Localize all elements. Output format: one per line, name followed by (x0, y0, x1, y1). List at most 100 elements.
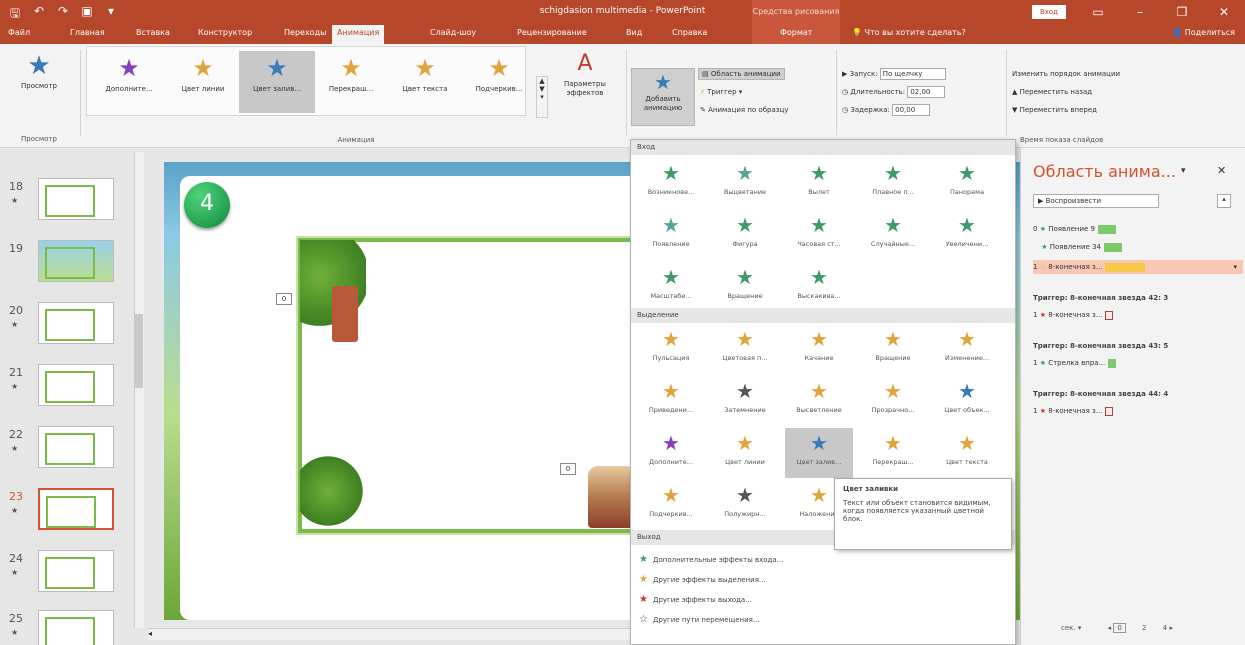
slide-thumbnail[interactable]: 24 ★ (6, 544, 120, 600)
animation-item[interactable]: 1 ★ Стрелка впра... (1033, 356, 1243, 370)
gallery-effect-text-color[interactable]: ★ Цвет текста (387, 51, 463, 113)
entrance-effect[interactable]: ★ Панорама (933, 158, 1001, 208)
entrance-effect[interactable]: ★ Случайные... (859, 210, 927, 260)
delay-input[interactable]: 00,00 (892, 104, 931, 116)
thumbnails-scroll-thumb[interactable] (135, 314, 143, 388)
tab-animations[interactable]: Анимация (332, 25, 385, 44)
gallery-effect-additional[interactable]: ★ Дополните... (91, 51, 167, 113)
emphasis-effect[interactable]: ★ Прозрачно... (859, 376, 927, 426)
emphasis-effect[interactable]: ★ Пульсация (637, 324, 705, 374)
slide-number-badge[interactable]: 4 (184, 182, 230, 228)
scroll-left-icon[interactable]: ◂ (148, 629, 152, 638)
gallery-effect-recolor[interactable]: ★ Перекраш... (313, 51, 389, 113)
tab-transitions[interactable]: Переходы (284, 28, 326, 37)
bush-image[interactable] (300, 452, 370, 530)
emphasis-effect[interactable]: ★ Качание (785, 324, 853, 374)
ribbon-display-icon[interactable]: ▭ (1077, 0, 1119, 24)
emphasis-effect[interactable]: ★ Высветление (785, 376, 853, 426)
tab-format[interactable]: Формат (780, 28, 812, 37)
slide-thumbnail[interactable]: 25 ★ (6, 604, 120, 645)
minimize-icon[interactable]: – (1119, 0, 1161, 24)
emphasis-effect[interactable]: ★ Цвет объек... (933, 376, 1001, 426)
move-up-icon[interactable]: ▴ (1217, 194, 1231, 208)
tab-slideshow[interactable]: Слайд-шоу (430, 28, 476, 37)
signin-button[interactable]: Вход (1032, 5, 1066, 19)
animation-item[interactable]: 1 ★ 8-конечная з... (1033, 308, 1243, 322)
seconds-dropdown[interactable]: сек. (1061, 624, 1076, 632)
house-image[interactable] (332, 286, 358, 342)
share-button[interactable]: 👤 Поделиться (1172, 28, 1235, 37)
more-exit-effects[interactable]: ★ Другие эффекты выхода... (639, 594, 752, 605)
gallery-scroll-arrows[interactable]: ▲ ▼ ▾ (536, 76, 548, 118)
play-button[interactable]: ▶ Воспроизвести (1033, 194, 1159, 208)
redo-icon[interactable]: ↷ (56, 4, 70, 25)
close-icon[interactable]: ✕ (1217, 164, 1226, 177)
tab-home[interactable]: Главная (70, 28, 105, 37)
entrance-effect[interactable]: ★ Плавное п... (859, 158, 927, 208)
more-motion-paths[interactable]: ☆ Другие пути перемещения... (639, 614, 760, 625)
scroll-left-icon[interactable]: ◂ (1108, 624, 1112, 632)
animation-order-tag[interactable]: 0 (276, 293, 292, 305)
slide-thumbnail[interactable]: 18 ★ (6, 172, 120, 228)
add-animation-button[interactable]: ★ Добавить анимацию (631, 68, 695, 126)
entrance-effect[interactable]: ★ Увеличени... (933, 210, 1001, 260)
entrance-effect[interactable]: ★ Фигура (711, 210, 779, 260)
emphasis-effect[interactable]: ★ Изменение... (933, 324, 1001, 374)
animation-order-tag[interactable]: 0 (560, 463, 576, 475)
maximize-icon[interactable]: ❐ (1161, 0, 1203, 24)
entrance-effect[interactable]: ★ Вылет (785, 158, 853, 208)
animation-pane-button[interactable]: ▤ Область анимации (698, 68, 785, 80)
more-entrance-effects[interactable]: ★ Дополнительные эффекты входа... (639, 554, 783, 565)
scroll-right-icon[interactable]: ▸ (1169, 624, 1173, 632)
animation-item[interactable]: ★ Появление 34 (1033, 240, 1243, 254)
save-icon[interactable]: 🖫 (8, 4, 22, 25)
duration-input[interactable]: 02,00 (907, 86, 946, 98)
entrance-effect[interactable]: ★ Выцветание (711, 158, 779, 208)
move-later-button[interactable]: ▼ Переместить вперед (1012, 106, 1097, 114)
slide-thumbnail[interactable]: 20 ★ (6, 296, 120, 352)
slide-thumbnail[interactable]: 19 (6, 234, 120, 290)
preview-button[interactable]: ★ Просмотр (8, 50, 70, 91)
tab-review[interactable]: Рецензирование (517, 28, 587, 37)
animation-item[interactable]: 0 ★ Появление 9 (1033, 222, 1243, 236)
emphasis-effect[interactable]: ★ Полужирн... (711, 480, 779, 530)
tell-me-box[interactable]: 💡 Что вы хотите сделать? (852, 28, 966, 37)
tab-help[interactable]: Справка (672, 28, 707, 37)
emphasis-effect[interactable]: ★ Подчеркив... (637, 480, 705, 530)
entrance-effect[interactable]: ★ Вращение (711, 262, 779, 312)
emphasis-effect[interactable]: ★ Вращение (859, 324, 927, 374)
emphasis-effect[interactable]: ★ Цветовая п... (711, 324, 779, 374)
start-select[interactable]: По щелчку (879, 68, 946, 80)
close-icon[interactable]: ✕ (1203, 0, 1245, 24)
gallery-effect-line-color[interactable]: ★ Цвет линии (165, 51, 241, 113)
tab-view[interactable]: Вид (626, 28, 642, 37)
undo-icon[interactable]: ↶ (32, 4, 46, 25)
animation-item-selected[interactable]: 1 ☆ 8-конечная з... ▾ (1033, 260, 1243, 274)
emphasis-effect[interactable]: ★ Цвет текста (933, 428, 1001, 478)
dropdown-arrow-icon[interactable]: ▾ (1233, 260, 1237, 274)
tab-design[interactable]: Конструктор (198, 28, 252, 37)
tab-file[interactable]: Файл (8, 28, 30, 37)
emphasis-effect[interactable]: ★ Дополните... (637, 428, 705, 478)
animation-item[interactable]: 1 ★ 8-конечная з... (1033, 404, 1243, 418)
emphasis-effect[interactable]: ★ Перекраш... (859, 428, 927, 478)
move-earlier-button[interactable]: ▲ Переместить назад (1012, 88, 1092, 96)
entrance-effect[interactable]: ★ Часовая ст... (785, 210, 853, 260)
more-emphasis-effects[interactable]: ★ Другие эффекты выделения... (639, 574, 766, 585)
slide-thumbnail-selected[interactable]: 23 ★ (6, 482, 120, 538)
character-image[interactable] (588, 466, 636, 528)
entrance-effect[interactable]: ★ Масштабе... (637, 262, 705, 312)
emphasis-effect[interactable]: ★ Приведени... (637, 376, 705, 426)
present-icon[interactable]: ▣ (80, 4, 94, 25)
pane-options-icon[interactable]: ▾ (1181, 166, 1186, 176)
animation-painter-button[interactable]: ✎ Анимация по образцу (700, 106, 788, 114)
customize-qat-icon[interactable]: ▾ (104, 4, 118, 25)
thumbnails-scrollbar[interactable] (134, 152, 144, 628)
trigger-button[interactable]: ⚡ Триггер ▾ (700, 88, 742, 96)
tab-insert[interactable]: Вставка (136, 28, 170, 37)
entrance-effect[interactable]: ★ Возникнове... (637, 158, 705, 208)
effect-options-button[interactable]: A Параметры эффектов (552, 48, 618, 98)
entrance-effect[interactable]: ★ Выскакива... (785, 262, 853, 312)
entrance-effect[interactable]: ★ Появление (637, 210, 705, 260)
emphasis-effect[interactable]: ★ Затемнение (711, 376, 779, 426)
